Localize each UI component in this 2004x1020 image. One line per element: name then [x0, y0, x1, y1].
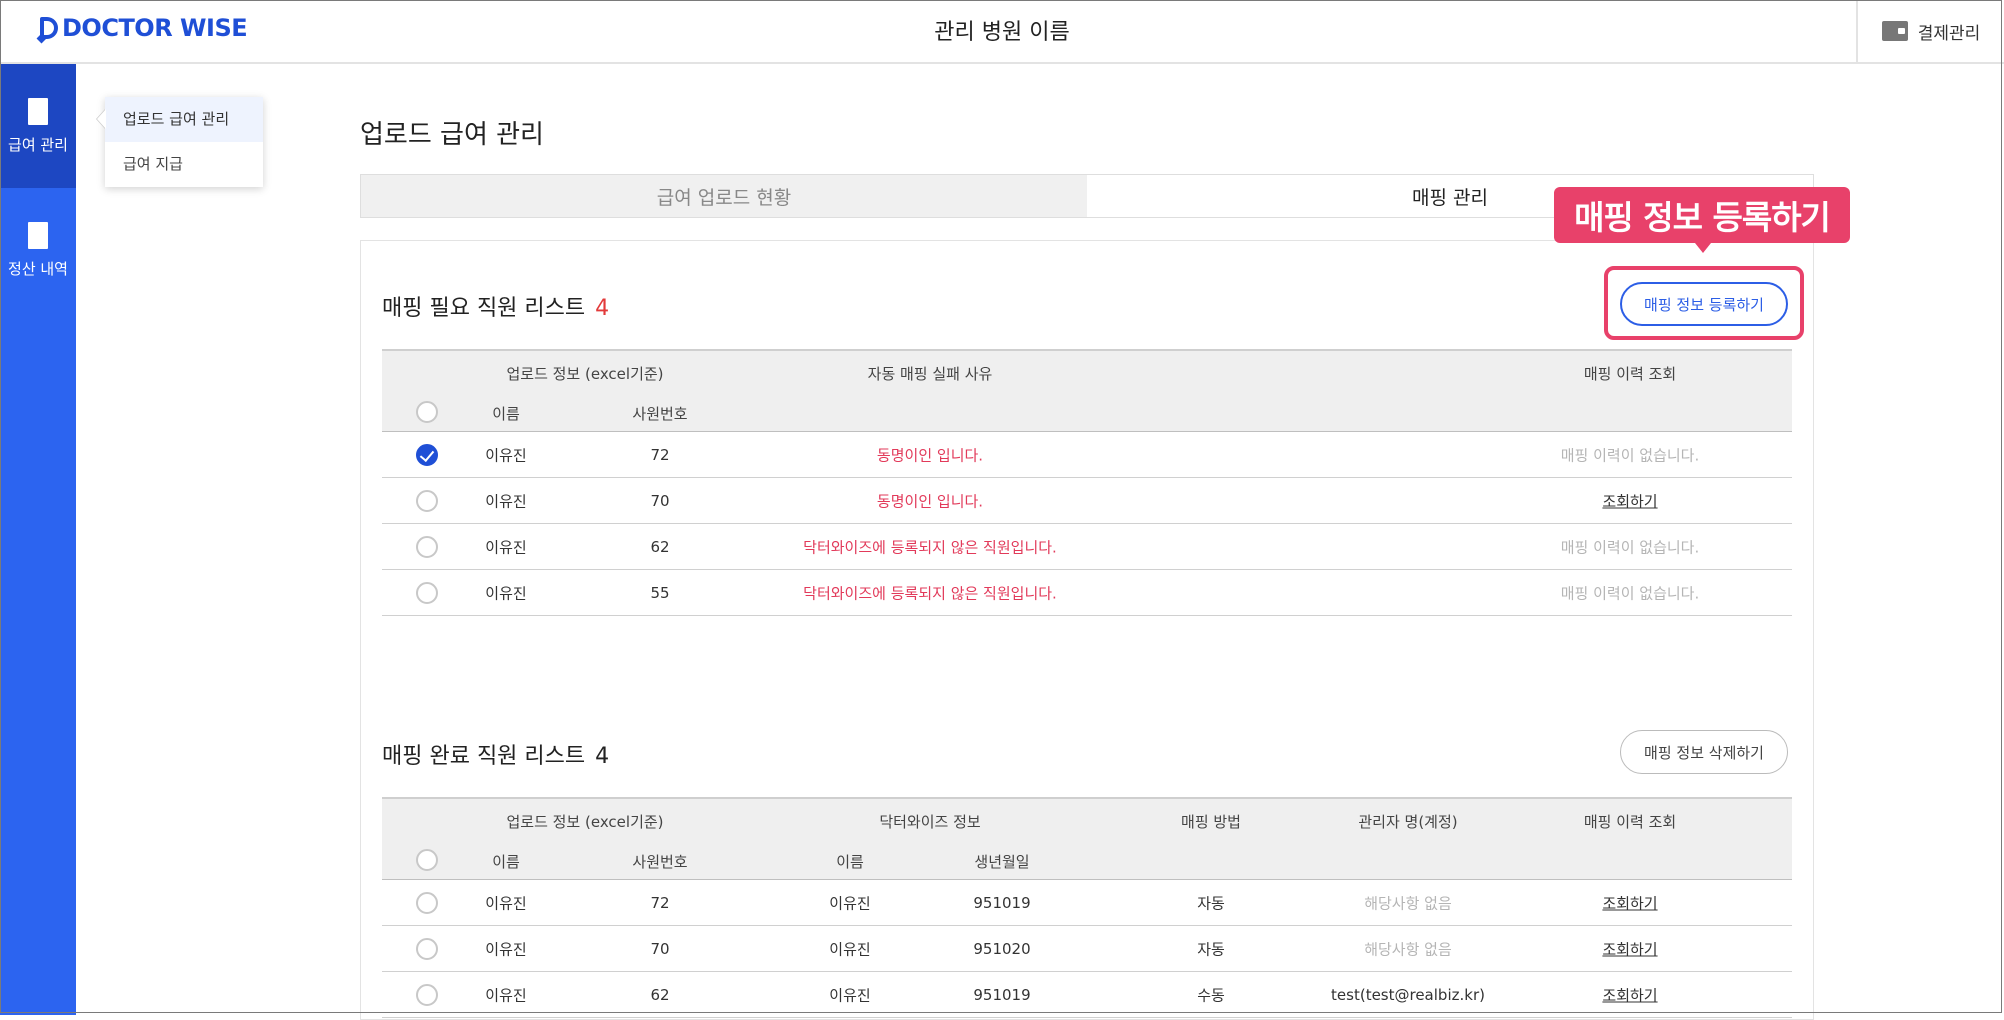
history-link[interactable]: 조회하기	[1602, 490, 1657, 511]
table-row: 이유진 70 이유진 951020 자동 해당사항 없음 조회하기	[382, 926, 1792, 972]
sidebar-item-label: 급여 관리	[8, 135, 68, 154]
cell-name: 이유진	[485, 538, 527, 556]
cell-employee-number: 70	[650, 939, 670, 958]
cell-birth-date: 951020	[973, 939, 1031, 958]
cell-employee-number: 62	[650, 537, 670, 556]
completed-count: 4	[595, 744, 610, 769]
cell-fail-reason: 동명이인 입니다.	[876, 492, 984, 510]
document-icon	[28, 221, 48, 249]
row-select-radio[interactable]	[416, 489, 438, 512]
row-select-radio[interactable]	[416, 891, 438, 914]
submenu-item-upload-payroll[interactable]: 업로드 급여 관리	[105, 97, 263, 142]
pending-table: 업로드 정보 (excel기준) 자동 매핑 실패 사유 매핑 이력 조회 이름…	[382, 349, 1792, 616]
cell-history-empty: 매핑 이력이 없습니다.	[1560, 446, 1700, 464]
header-mapping-method: 매핑 방법	[1181, 813, 1241, 831]
pending-table-header: 업로드 정보 (excel기준) 자동 매핑 실패 사유 매핑 이력 조회 이름…	[382, 349, 1792, 432]
cell-dw-name: 이유진	[829, 894, 871, 912]
header-name: 이름	[492, 405, 520, 423]
highlight-frame	[1604, 266, 1804, 340]
billing-label: 결제관리	[1917, 23, 1981, 44]
row-select-radio[interactable]	[416, 937, 438, 960]
header-mapping-history: 매핑 이력 조회	[1583, 813, 1677, 831]
sidebar-item-settlement[interactable]: 정산 내역	[0, 188, 76, 312]
header-fail-reason: 자동 매핑 실패 사유	[867, 365, 993, 383]
sidebar-submenu: 업로드 급여 관리 급여 지급	[105, 97, 263, 187]
pending-count: 4	[595, 296, 610, 321]
select-all-radio[interactable]	[416, 401, 438, 423]
cell-dw-name: 이유진	[829, 986, 871, 1004]
annotation-callout: 매핑 정보 등록하기	[1554, 187, 1850, 253]
billing-button[interactable]: 결제관리	[1856, 0, 2004, 62]
table-row: 이유진 72 이유진 951019 자동 해당사항 없음 조회하기	[382, 880, 1792, 926]
completed-table: 업로드 정보 (excel기준) 닥터와이즈 정보 매핑 방법 관리자 명(계정…	[382, 797, 1792, 1018]
pending-title-text: 매핑 필요 직원 리스트	[382, 296, 586, 321]
cell-mapping-method: 수동	[1197, 986, 1225, 1004]
header-upload-info: 업로드 정보 (excel기준)	[506, 365, 664, 383]
row-select-radio[interactable]	[416, 443, 438, 466]
sidebar: 급여 관리 정산 내역	[0, 64, 76, 1015]
header-upload-info: 업로드 정보 (excel기준)	[506, 813, 664, 831]
cell-name: 이유진	[485, 986, 527, 1004]
header-doctorwise-info: 닥터와이즈 정보	[879, 813, 981, 831]
cell-manager: test(test@realbiz.kr)	[1331, 985, 1485, 1004]
cell-name: 이유진	[485, 894, 527, 912]
cell-employee-number: 55	[650, 583, 670, 602]
cell-employee-number: 70	[650, 491, 670, 510]
wallet-icon	[1881, 21, 1908, 41]
table-row: 이유진 72 동명이인 입니다. 매핑 이력이 없습니다.	[382, 432, 1792, 478]
document-icon	[28, 97, 48, 125]
header-employee-number: 사원번호	[632, 405, 688, 423]
table-row: 이유진 62 이유진 951019 수동 test(test@realbiz.kr) 조회하…	[382, 972, 1792, 1018]
header-name: 이름	[492, 853, 520, 871]
cell-manager: 해당사항 없음	[1364, 894, 1452, 912]
delete-mapping-button[interactable]: 매핑 정보 삭제하기	[1620, 730, 1788, 774]
cell-mapping-method: 자동	[1197, 894, 1225, 912]
history-link[interactable]: 조회하기	[1602, 984, 1657, 1005]
top-header: DOCTOR WISE 관리 병원 이름 결제관리	[0, 0, 2004, 64]
sidebar-item-payroll[interactable]: 급여 관리	[0, 64, 76, 188]
cell-birth-date: 951019	[973, 985, 1031, 1004]
cell-birth-date: 951019	[973, 893, 1031, 912]
cell-fail-reason: 동명이인 입니다.	[876, 446, 984, 464]
completed-table-header: 업로드 정보 (excel기준) 닥터와이즈 정보 매핑 방법 관리자 명(계정…	[382, 797, 1792, 880]
cell-fail-reason: 닥터와이즈에 등록되지 않은 직원입니다.	[803, 584, 1057, 602]
history-link[interactable]: 조회하기	[1602, 938, 1657, 959]
row-select-radio[interactable]	[416, 535, 438, 558]
tab-upload-status[interactable]: 급여 업로드 현황	[361, 175, 1087, 217]
cell-history-empty: 매핑 이력이 없습니다.	[1560, 538, 1700, 556]
sidebar-item-label: 정산 내역	[8, 259, 68, 278]
select-all-radio[interactable]	[416, 849, 438, 871]
history-link[interactable]: 조회하기	[1602, 892, 1657, 913]
header-employee-number: 사원번호	[632, 853, 688, 871]
table-row: 이유진 62 닥터와이즈에 등록되지 않은 직원입니다. 매핑 이력이 없습니다.	[382, 524, 1792, 570]
header-mapping-history: 매핑 이력 조회	[1583, 365, 1677, 383]
table-row: 이유진 55 닥터와이즈에 등록되지 않은 직원입니다. 매핑 이력이 없습니다.	[382, 570, 1792, 616]
hospital-name: 관리 병원 이름	[934, 20, 1070, 45]
cell-name: 이유진	[485, 446, 527, 464]
cell-name: 이유진	[485, 584, 527, 602]
row-select-radio[interactable]	[416, 983, 438, 1006]
cell-history-empty: 매핑 이력이 없습니다.	[1560, 584, 1700, 602]
row-select-radio[interactable]	[416, 581, 438, 604]
cell-manager: 해당사항 없음	[1364, 940, 1452, 958]
completed-section-title: 매핑 완료 직원 리스트 4	[382, 738, 609, 770]
cell-mapping-method: 자동	[1197, 940, 1225, 958]
header-dw-name: 이름	[836, 853, 864, 871]
cell-name: 이유진	[485, 492, 527, 510]
cell-name: 이유진	[485, 940, 527, 958]
submenu-item-payroll-payment[interactable]: 급여 지급	[105, 142, 263, 187]
completed-title-text: 매핑 완료 직원 리스트	[382, 744, 586, 769]
cell-dw-name: 이유진	[829, 940, 871, 958]
header-birth-date: 생년월일	[974, 853, 1030, 871]
page-title: 업로드 급여 관리	[360, 120, 544, 150]
cell-fail-reason: 닥터와이즈에 등록되지 않은 직원입니다.	[803, 538, 1057, 556]
pending-section-title: 매핑 필요 직원 리스트 4	[382, 290, 609, 322]
cell-employee-number: 72	[650, 893, 670, 912]
cell-employee-number: 62	[650, 985, 670, 1004]
table-row: 이유진 70 동명이인 입니다. 조회하기	[382, 478, 1792, 524]
header-manager: 관리자 명(계정)	[1358, 813, 1458, 831]
cell-employee-number: 72	[650, 445, 670, 464]
